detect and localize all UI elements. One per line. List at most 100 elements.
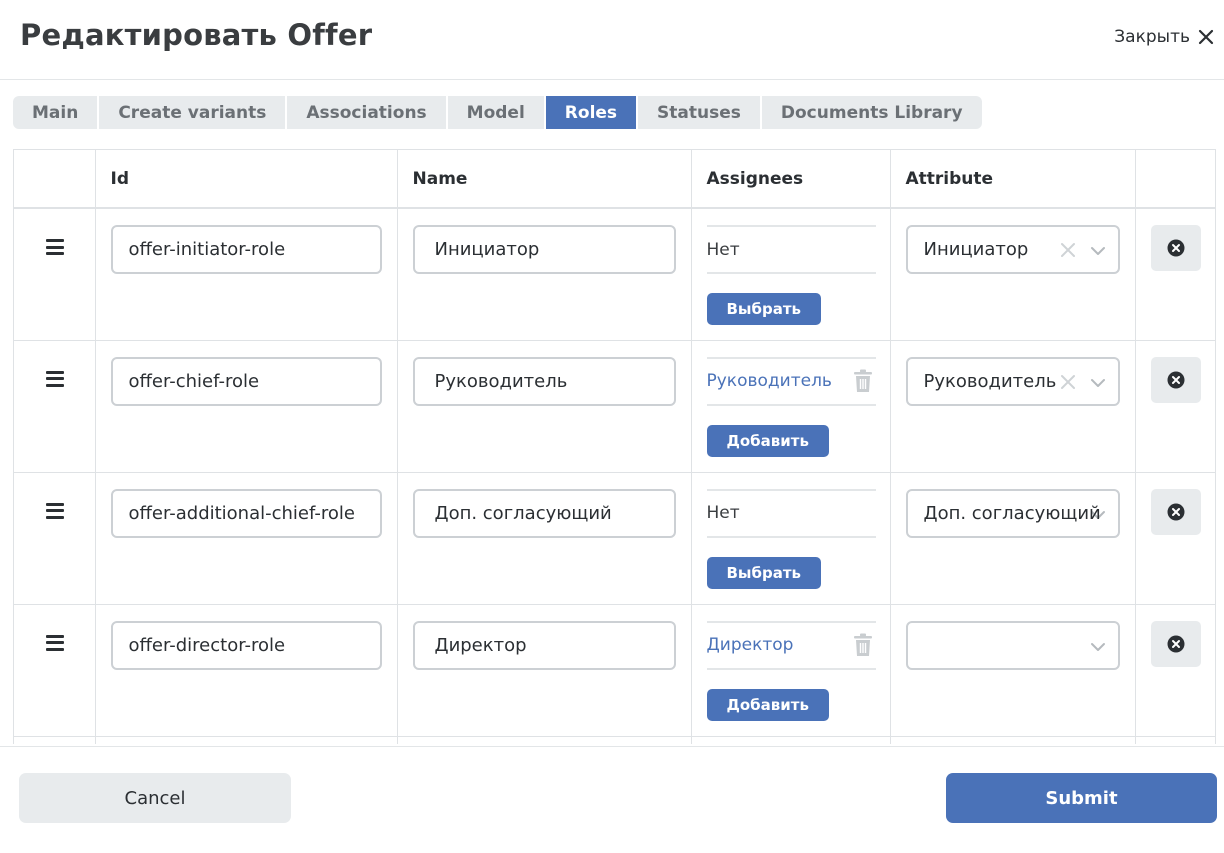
modal-header: Редактировать Offer Закрыть bbox=[0, 0, 1224, 80]
attribute-cell: Доп. согласующий bbox=[890, 472, 1136, 605]
chevron-down-icon[interactable] bbox=[1090, 245, 1106, 257]
remove-circle-x-icon bbox=[1167, 371, 1184, 388]
role-name-input[interactable] bbox=[412, 356, 676, 406]
drag-handle-icon[interactable] bbox=[46, 502, 64, 519]
chevron-down-icon[interactable] bbox=[1090, 641, 1106, 653]
tab-associations[interactable]: Associations bbox=[287, 96, 446, 129]
assignees-cell: Нет Выбрать bbox=[691, 472, 891, 605]
remove-role-button[interactable] bbox=[1150, 225, 1201, 271]
name-cell bbox=[397, 604, 692, 737]
remove-role-button[interactable] bbox=[1150, 356, 1201, 403]
close-button[interactable]: Закрыть bbox=[1114, 24, 1214, 50]
role-id-input[interactable] bbox=[110, 225, 382, 274]
role-id-input[interactable] bbox=[110, 488, 382, 538]
actions-cell bbox=[1135, 472, 1215, 605]
id-cell bbox=[95, 340, 398, 473]
attribute-select[interactable]: Доп. согласующий bbox=[905, 488, 1120, 538]
trash-icon[interactable] bbox=[853, 369, 873, 393]
tab-roles[interactable]: Roles bbox=[545, 96, 637, 129]
tab-model[interactable]: Model bbox=[447, 96, 544, 129]
assignee-display: Нет bbox=[706, 488, 876, 538]
tab-documents-library[interactable]: Documents Library bbox=[761, 96, 982, 129]
col-header-drag bbox=[14, 150, 96, 209]
close-label: Закрыть bbox=[1114, 27, 1190, 47]
drag-cell bbox=[14, 472, 96, 605]
role-name-input[interactable] bbox=[412, 225, 676, 274]
table-row: Руководитель Добавить Руководитель bbox=[14, 340, 1215, 473]
table-row bbox=[14, 736, 1215, 744]
role-name-input[interactable] bbox=[412, 620, 676, 670]
assignees-cell: Руководитель Добавить bbox=[691, 340, 891, 473]
assignee-value: Нет bbox=[706, 503, 740, 523]
cancel-button[interactable]: Cancel bbox=[19, 773, 291, 823]
table-row: Нет Выбрать Инициатор bbox=[14, 208, 1215, 341]
remove-circle-x-icon bbox=[1167, 635, 1184, 652]
chevron-down-icon[interactable] bbox=[1090, 377, 1106, 389]
attribute-cell: Инициатор bbox=[890, 208, 1136, 341]
actions-cell bbox=[1135, 208, 1215, 341]
drag-handle-icon[interactable] bbox=[46, 634, 64, 651]
drag-cell bbox=[14, 208, 96, 341]
role-name-input[interactable] bbox=[412, 488, 676, 538]
attribute-cell bbox=[890, 604, 1136, 737]
tab-bar: Main Create variants Associations Model … bbox=[13, 96, 982, 129]
trash-icon[interactable] bbox=[853, 633, 873, 657]
clear-x-icon[interactable] bbox=[1060, 242, 1076, 258]
attribute-select-value: Руководитель bbox=[923, 370, 1057, 392]
choose-assignee-button[interactable]: Выбрать bbox=[706, 293, 822, 325]
table-row: Директор Добавить bbox=[14, 604, 1215, 737]
add-assignee-button[interactable]: Добавить bbox=[706, 424, 829, 457]
table-row: Нет Выбрать Доп. согласующий bbox=[14, 472, 1215, 605]
assignee-value: Нет bbox=[706, 239, 740, 260]
close-icon bbox=[1198, 29, 1214, 45]
tab-create-variants[interactable]: Create variants bbox=[99, 96, 286, 129]
assignee-display: Руководитель bbox=[706, 356, 876, 406]
drag-handle-icon[interactable] bbox=[46, 239, 64, 255]
modal-title: Редактировать Offer bbox=[20, 18, 373, 52]
drag-handle-icon[interactable] bbox=[46, 370, 64, 387]
table-header-row: Id Name Assignees Attribute bbox=[14, 150, 1215, 209]
tab-main[interactable]: Main bbox=[13, 96, 98, 129]
col-header-assignees: Assignees bbox=[691, 150, 891, 209]
attribute-select[interactable]: Руководитель bbox=[905, 356, 1120, 406]
role-id-input[interactable] bbox=[110, 620, 382, 670]
remove-circle-x-icon bbox=[1167, 239, 1184, 257]
remove-role-button[interactable] bbox=[1150, 620, 1201, 667]
tab-statuses[interactable]: Statuses bbox=[638, 96, 760, 129]
remove-role-button[interactable] bbox=[1150, 488, 1201, 535]
attribute-select-value: Доп. согласующий bbox=[923, 502, 1101, 524]
actions-cell bbox=[1135, 340, 1215, 473]
attribute-select[interactable]: Инициатор bbox=[905, 225, 1120, 274]
assignee-link[interactable]: Директор bbox=[707, 635, 794, 655]
name-cell bbox=[397, 340, 692, 473]
modal-footer: Cancel Submit bbox=[0, 746, 1224, 853]
assignees-cell: Директор Добавить bbox=[691, 604, 891, 737]
attribute-cell: Руководитель bbox=[890, 340, 1136, 473]
submit-button[interactable]: Submit bbox=[946, 773, 1217, 823]
actions-cell bbox=[1135, 604, 1215, 737]
clear-x-icon[interactable] bbox=[1060, 374, 1076, 390]
assignee-display: Нет bbox=[706, 225, 876, 274]
name-cell bbox=[397, 472, 692, 605]
attribute-select[interactable] bbox=[905, 620, 1120, 670]
col-header-name: Name bbox=[397, 150, 692, 209]
attribute-select-value: Инициатор bbox=[923, 239, 1029, 260]
drag-cell bbox=[14, 340, 96, 473]
roles-table: Id Name Assignees Attribute offer-initia… bbox=[14, 150, 1215, 744]
id-cell bbox=[95, 604, 398, 737]
name-cell bbox=[397, 208, 692, 341]
roles-table-container[interactable]: Id Name Assignees Attribute offer-initia… bbox=[13, 149, 1216, 744]
choose-assignee-button[interactable]: Выбрать bbox=[706, 556, 822, 589]
id-cell bbox=[95, 208, 398, 341]
assignees-cell: Нет Выбрать bbox=[691, 208, 891, 341]
col-header-attribute: Attribute bbox=[890, 150, 1136, 209]
role-id-input[interactable] bbox=[110, 356, 382, 406]
col-header-actions bbox=[1135, 150, 1215, 209]
col-header-id: Id bbox=[95, 150, 398, 209]
drag-cell bbox=[14, 604, 96, 737]
assignee-display: Директор bbox=[706, 620, 876, 670]
remove-circle-x-icon bbox=[1167, 503, 1184, 520]
add-assignee-button[interactable]: Добавить bbox=[706, 688, 829, 721]
id-cell bbox=[95, 472, 398, 605]
assignee-link[interactable]: Руководитель bbox=[707, 371, 832, 391]
